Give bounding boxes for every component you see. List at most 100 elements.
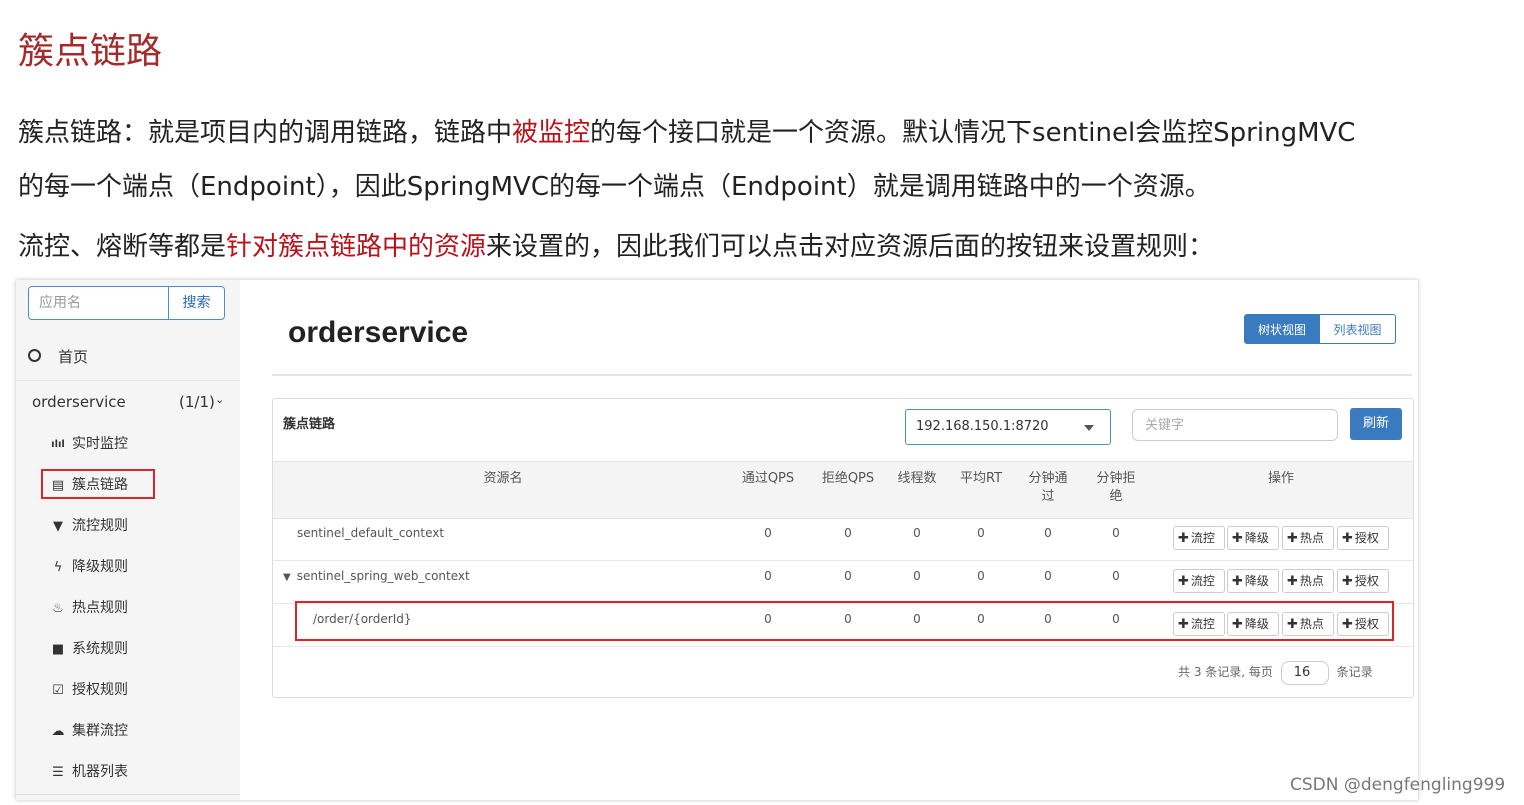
add-auth-rule-button[interactable]: ✚ 授权 <box>1337 526 1389 550</box>
cell-threads: 0 <box>913 526 921 540</box>
op-label: 授权 <box>1354 574 1379 588</box>
machine-select-value: 192.168.150.1:8720 <box>916 419 1049 434</box>
resource-panel: 簇点链路 192.168.150.1:8720 刷新 资源名 通过QPS 拒绝Q… <box>272 398 1414 698</box>
plus-icon: ✚ <box>1232 574 1243 589</box>
plus-icon: ✚ <box>1287 574 1298 589</box>
sidebar-item-2[interactable]: ▤ 簇点链路 <box>16 465 240 506</box>
sidebar-item-label: 实时监控 <box>72 436 128 452</box>
sidebar-item-9[interactable]: ☰ 机器列表 <box>16 752 240 793</box>
cell-min-block: 0 <box>1112 569 1120 583</box>
resource-name-text: sentinel_default_context <box>297 526 445 540</box>
header-avg-rt: 平均RT <box>959 471 1003 486</box>
cell-min-block: 0 <box>1112 526 1120 540</box>
plus-icon: ✚ <box>1178 574 1189 589</box>
panel-title: 簇点链路 <box>283 417 336 432</box>
op-label: 授权 <box>1354 531 1379 545</box>
sidebar-item-label: 授权规则 <box>72 682 128 698</box>
pagination-suffix: 条记录 <box>1336 665 1373 679</box>
plus-icon: ✚ <box>1287 531 1298 546</box>
caret-down-icon <box>1084 425 1094 431</box>
cell-avg-rt: 0 <box>977 569 985 583</box>
article-title: 簇点链路 <box>18 31 163 72</box>
paragraph-3-text-a: 流控、熔断等都是 <box>18 232 227 262</box>
header-minute-pass: 分钟通过 <box>1028 471 1068 504</box>
filter-icon: ▼ <box>53 519 63 534</box>
sidebar-item-label: 系统规则 <box>72 641 128 657</box>
refresh-button[interactable]: 刷新 <box>1350 408 1402 440</box>
cell-pass-qps: 0 <box>764 569 772 583</box>
paragraph-3-highlight: 针对簇点链路中的资源 <box>226 232 487 262</box>
sidebar-item-3[interactable]: ▼ 流控规则 <box>16 506 240 547</box>
pagination: 共 3 条记录, 每页 16 条记录 <box>1178 661 1373 685</box>
paragraph-1-text-b: 的每个接口就是一个资源。默认情况下sentinel会监控SpringMVC <box>590 118 1356 148</box>
paragraph-2: 的每一个端点（Endpoint），因此SpringMVC的每一个端点（Endpo… <box>18 172 1211 202</box>
sidebar-item-label: 集群流控 <box>72 723 128 739</box>
table-header: 资源名 通过QPS 拒绝QPS 线程数 平均RT 分钟通过 分钟拒绝 操作 <box>273 461 1413 519</box>
header-threads: 线程数 <box>897 471 937 486</box>
sidebar-app-orderservice[interactable]: orderservice (1/1) ⌄ <box>16 380 240 424</box>
cloud-icon: ☁ <box>51 724 65 739</box>
add-flow-rule-button[interactable]: ✚ 流控 <box>1173 569 1225 593</box>
add-degrade-rule-button[interactable]: ✚ 降级 <box>1227 569 1279 593</box>
op-label: 热点 <box>1299 531 1324 545</box>
sidebar-item-label: 热点规则 <box>72 600 128 616</box>
add-hot-rule-button[interactable]: ✚ 热点 <box>1282 569 1334 593</box>
tree-view-button[interactable]: 树状视图 <box>1244 314 1320 344</box>
sidebar-item-6[interactable]: ■ 系统规则 <box>16 629 240 670</box>
app-machine-count: (1/1) <box>179 393 215 411</box>
sidebar: 搜索 首页 orderservice (1/1) ⌄ ılıl 实时监控 ▤ 簇点链路… <box>16 280 240 800</box>
resource-name: ▼ sentinel_spring_web_context <box>283 569 470 583</box>
resource-name: sentinel_default_context <box>297 526 444 540</box>
list-icon: ▤ <box>51 478 65 493</box>
app-search: 搜索 <box>28 286 225 320</box>
page-size-input[interactable]: 16 <box>1280 661 1329 685</box>
sidebar-item-8[interactable]: ☁ 集群流控 <box>16 711 240 752</box>
plus-icon: ✚ <box>1342 574 1353 589</box>
sidebar-item-home-label: 首页 <box>58 348 89 366</box>
sidebar-item-1[interactable]: ılıl 实时监控 <box>16 424 240 465</box>
fire-icon: ♨ <box>52 601 64 616</box>
paragraph-1-text-a: 簇点链路：就是项目内的调用链路，链路中 <box>18 118 513 148</box>
paragraph-3: 流控、熔断等都是针对簇点链路中的资源来设置的，因此我们可以点击对应资源后面的按钮… <box>18 230 1214 264</box>
bar-chart-icon: ılıl <box>51 439 65 450</box>
title-divider <box>272 374 1412 376</box>
op-label: 流控 <box>1190 574 1215 588</box>
chevron-down-icon: ⌄ <box>215 393 225 406</box>
paragraph-1-highlight: 被监控 <box>512 118 591 148</box>
list-view-icon: ☰ <box>52 765 64 780</box>
op-label: 流控 <box>1190 531 1215 545</box>
plus-icon: ✚ <box>1178 531 1189 546</box>
bolt-icon: ϟ <box>53 560 63 575</box>
sidebar-item-label: 机器列表 <box>72 764 128 780</box>
add-auth-rule-button[interactable]: ✚ 授权 <box>1337 569 1389 593</box>
app-search-button[interactable]: 搜索 <box>168 287 224 319</box>
sidebar-divider <box>16 794 240 795</box>
op-label: 降级 <box>1244 531 1269 545</box>
resource-name-text: sentinel_spring_web_context <box>296 569 470 583</box>
app-name: orderservice <box>32 393 126 411</box>
sidebar-item-7[interactable]: ☑ 授权规则 <box>16 670 240 711</box>
cell-threads: 0 <box>913 569 921 583</box>
sidebar-item-home[interactable]: 首页 <box>16 334 240 381</box>
add-hot-rule-button[interactable]: ✚ 热点 <box>1282 526 1334 550</box>
cell-avg-rt: 0 <box>977 526 985 540</box>
op-label: 降级 <box>1244 574 1269 588</box>
check-square-icon: ☑ <box>52 683 64 698</box>
lock-icon: ■ <box>51 642 65 657</box>
expand-triangle-icon[interactable]: ▼ <box>283 572 291 583</box>
header-minute-block: 分钟拒绝 <box>1096 471 1136 504</box>
app-search-input[interactable] <box>29 287 169 319</box>
cell-pass-qps: 0 <box>764 526 772 540</box>
table-row: sentinel_default_context 0 0 0 0 0 0 ✚ 流控 ✚ 降级 ✚ 热点 ✚… <box>273 518 1413 561</box>
list-view-button[interactable]: 列表视图 <box>1320 314 1396 344</box>
sidebar-item-5[interactable]: ♨ 热点规则 <box>16 588 240 629</box>
machine-select[interactable]: 192.168.150.1:8720 <box>905 409 1111 445</box>
highlight-box-resource <box>295 601 1394 641</box>
main-content: orderservice 树状视图 列表视图 簇点链路 192.168.150.… <box>240 280 1418 800</box>
keyword-input[interactable] <box>1132 409 1338 441</box>
add-degrade-rule-button[interactable]: ✚ 降级 <box>1227 526 1279 550</box>
sentinel-dashboard-screenshot: 搜索 首页 orderservice (1/1) ⌄ ılıl 实时监控 ▤ 簇点链路… <box>16 280 1418 800</box>
add-flow-rule-button[interactable]: ✚ 流控 <box>1173 526 1225 550</box>
sidebar-item-4[interactable]: ϟ 降级规则 <box>16 547 240 588</box>
page-title: orderservice <box>288 316 469 349</box>
